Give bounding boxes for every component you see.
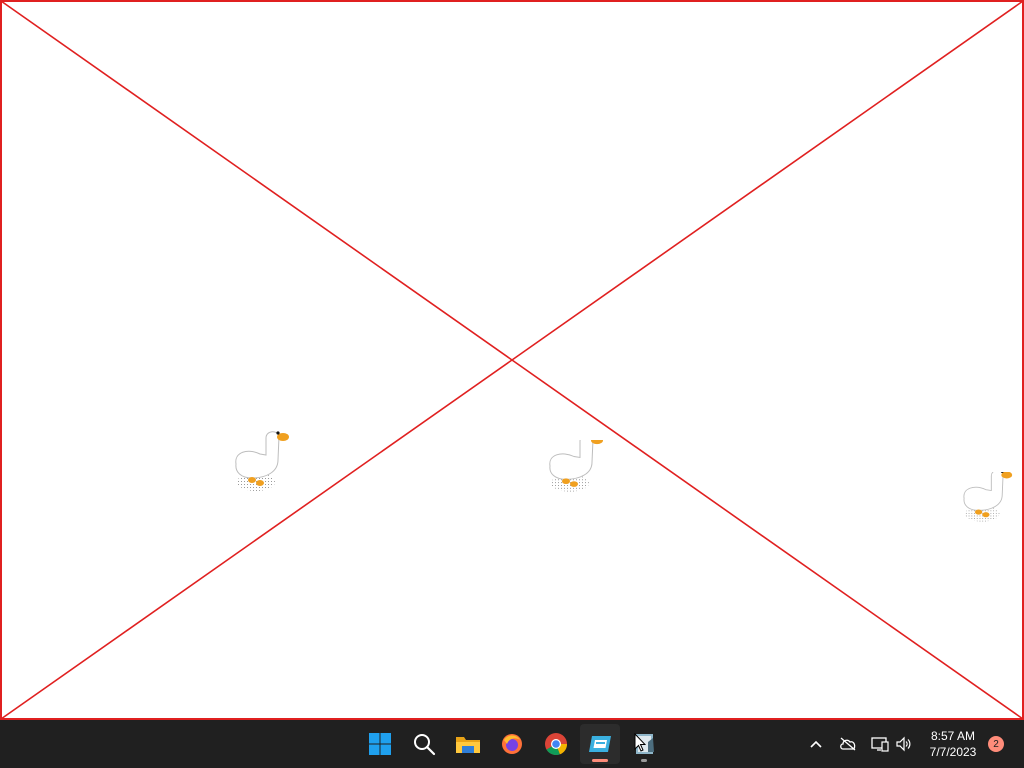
- taskbar-chrome-button[interactable]: [536, 724, 576, 764]
- search-icon: [414, 734, 436, 756]
- show-hidden-icons-button[interactable]: [804, 720, 828, 768]
- clock-time: 8:57 AM: [930, 729, 976, 743]
- network-icon: [871, 737, 889, 752]
- windows-start-icon: [369, 733, 391, 755]
- taskbar-firefox-button[interactable]: [492, 724, 532, 764]
- volume-tray-button[interactable]: [892, 720, 916, 768]
- onedrive-tray-button[interactable]: [836, 720, 860, 768]
- goose-sprite[interactable]: [226, 424, 296, 496]
- clock-date: 7/7/2023: [929, 745, 977, 759]
- mouse-cursor-icon: [634, 733, 646, 752]
- chevron-up-icon: [810, 740, 822, 748]
- cloud-off-icon: [840, 737, 856, 751]
- goose-sprite[interactable]: [540, 440, 616, 498]
- notification-count: 2: [993, 738, 999, 750]
- taskbar-start-button[interactable]: [360, 724, 400, 764]
- taskbar-search-button[interactable]: [404, 724, 444, 764]
- running-app-indicator: [641, 759, 647, 762]
- chrome-icon: [545, 733, 568, 756]
- network-tray-button[interactable]: [868, 720, 892, 768]
- system-clock[interactable]: 8:57 AM 7/7/2023: [922, 720, 984, 768]
- folder-icon: [456, 737, 480, 753]
- taskbar-active-app-button[interactable]: [580, 724, 620, 764]
- taskbar: 8:57 AM 7/7/2023: [0, 720, 1024, 768]
- goose-sprite[interactable]: [955, 472, 1024, 530]
- active-app-indicator: [592, 759, 608, 762]
- desktop-placeholder-canvas: [0, 0, 1024, 720]
- firefox-icon: [502, 734, 522, 754]
- window-app-icon: [589, 736, 611, 752]
- taskbar-file-explorer-button[interactable]: [448, 724, 488, 764]
- notification-badge[interactable]: 2: [988, 736, 1004, 752]
- volume-icon: [896, 736, 911, 752]
